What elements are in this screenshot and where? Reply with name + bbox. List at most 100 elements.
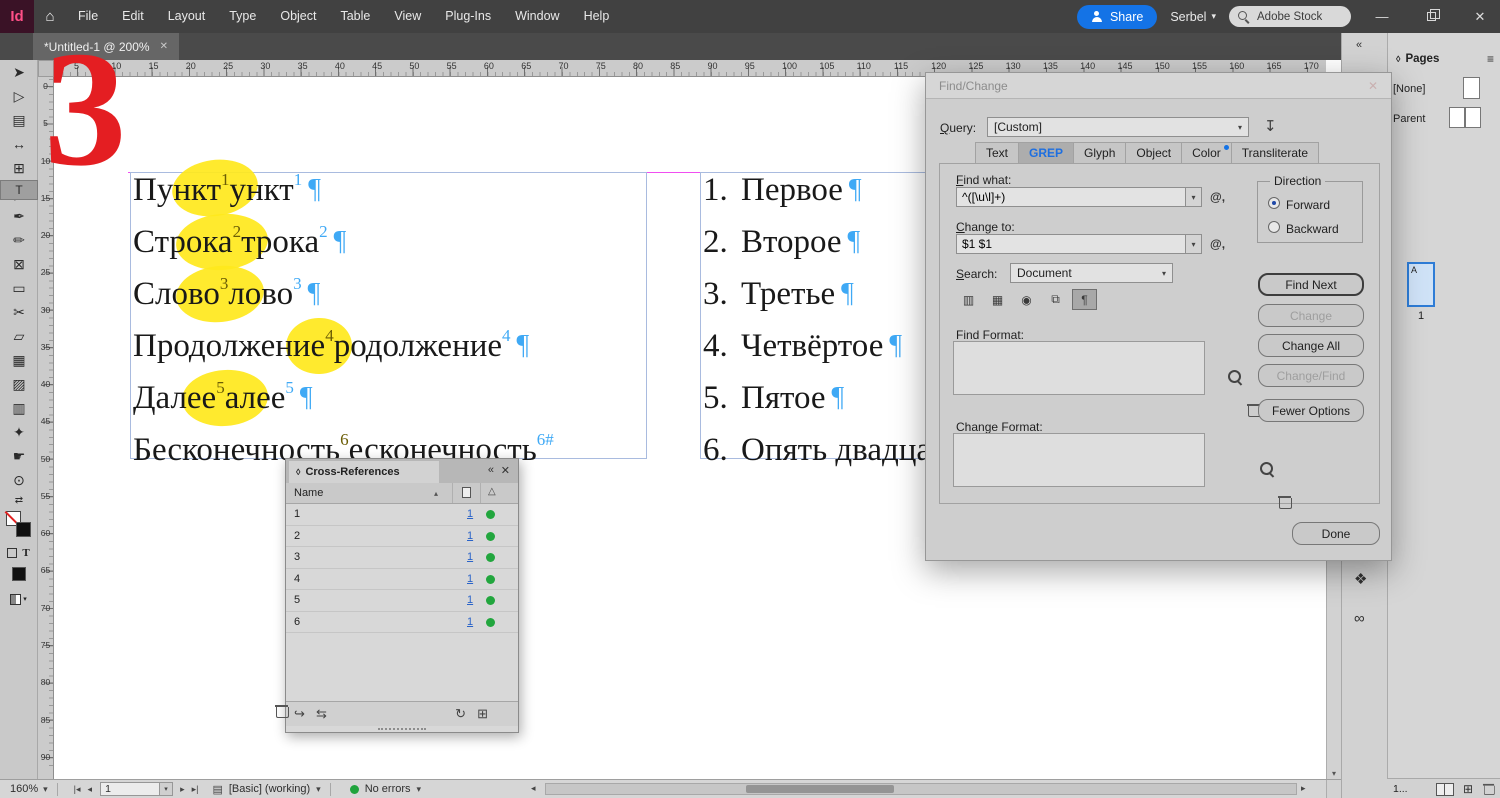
column-name-header[interactable]: Name: [294, 487, 323, 499]
crossref-options-icon[interactable]: ⇆: [316, 706, 327, 722]
tab-object[interactable]: Object: [1126, 142, 1183, 164]
delete-page-icon[interactable]: [1482, 783, 1495, 795]
zoom-level[interactable]: 160%: [10, 783, 38, 795]
change-all-button[interactable]: Change All: [1258, 334, 1364, 357]
forward-radio[interactable]: [1268, 197, 1280, 209]
pencil-tool[interactable]: ✏: [0, 228, 38, 252]
preflight-profile[interactable]: [Basic] (working): [229, 783, 310, 795]
formatting-affects-text-icon[interactable]: T: [22, 547, 29, 559]
horizontal-scrollbar[interactable]: [545, 783, 1297, 795]
crossref-page-link[interactable]: 1: [467, 508, 473, 520]
tab-glyph[interactable]: Glyph: [1074, 142, 1127, 164]
list-paragraph[interactable]: 4. Четвёртое ¶: [703, 320, 902, 372]
page-number-input[interactable]: 1: [100, 782, 161, 796]
crossref-row[interactable]: 1 1: [286, 504, 518, 526]
errors-dropdown-icon[interactable]: ▾: [417, 784, 422, 795]
free-transform-tool[interactable]: ▱: [0, 324, 38, 348]
menu-item[interactable]: File: [66, 0, 110, 33]
crossref-row[interactable]: 3 1: [286, 547, 518, 569]
panel-resize-grip[interactable]: [286, 726, 518, 732]
scroll-right-icon[interactable]: ▸: [1301, 783, 1306, 794]
close-panel-icon[interactable]: ✕: [501, 464, 510, 477]
links-panel-icon[interactable]: ∞: [1354, 610, 1365, 627]
pen-tool[interactable]: ✒: [0, 204, 38, 228]
include-footnotes-icon[interactable]: ¶: [1072, 289, 1097, 310]
page-1-thumbnail[interactable]: A: [1407, 262, 1435, 307]
page-tool[interactable]: ▤: [0, 108, 38, 132]
scrollbar-thumb[interactable]: [746, 785, 894, 793]
indesign-logo[interactable]: Id: [0, 0, 34, 33]
change-button[interactable]: Change: [1258, 304, 1364, 327]
share-button[interactable]: Share: [1076, 4, 1158, 29]
find-history-dropdown-icon[interactable]: ▾: [1185, 187, 1202, 207]
fill-color-swatch[interactable]: [16, 522, 31, 537]
include-locked-layers-icon[interactable]: ▥: [956, 289, 981, 310]
minimize-button[interactable]: —: [1364, 0, 1400, 33]
find-what-input[interactable]: [956, 187, 1186, 207]
find-special-chars-icon[interactable]: @,: [1210, 190, 1225, 204]
last-page-button[interactable]: ▸|: [192, 784, 199, 795]
page-1-label[interactable]: 1: [1407, 310, 1435, 322]
next-page-button[interactable]: ▸: [180, 784, 185, 795]
page-column-icon[interactable]: [462, 487, 471, 498]
change-format-box[interactable]: [953, 433, 1205, 487]
include-locked-stories-icon[interactable]: ▦: [985, 289, 1010, 310]
forward-label[interactable]: Forward: [1286, 198, 1330, 212]
change-special-chars-icon[interactable]: @,: [1210, 237, 1225, 251]
rectangle-frame-tool[interactable]: ⊠: [0, 252, 38, 276]
first-page-button[interactable]: |◂: [74, 784, 81, 795]
scroll-left-icon[interactable]: ◂: [531, 783, 536, 794]
list-paragraph[interactable]: 1. Первое ¶: [703, 164, 862, 216]
backward-radio[interactable]: [1268, 221, 1280, 233]
selection-tool[interactable]: ➤: [0, 60, 38, 84]
collapse-panel-icon[interactable]: «: [488, 464, 494, 476]
find-format-box[interactable]: [953, 341, 1205, 395]
new-page-icon[interactable]: ⊞: [1463, 782, 1473, 796]
save-query-icon[interactable]: ↧: [1264, 117, 1277, 135]
direct-selection-tool[interactable]: ▷: [0, 84, 38, 108]
content-collector-tool[interactable]: ⊞: [0, 156, 38, 180]
parent-thumbnail-right[interactable]: [1465, 107, 1481, 128]
panel-title-bar[interactable]: ◊ Cross-References « ✕: [286, 459, 518, 483]
edit-spread-icon[interactable]: [1435, 783, 1454, 796]
update-crossrefs-icon[interactable]: ↻: [455, 706, 466, 722]
menu-item[interactable]: Type: [217, 0, 268, 33]
zoom-dropdown-icon[interactable]: ▾: [43, 784, 48, 795]
crossref-row[interactable]: 5 1: [286, 590, 518, 612]
panel-tab-cross-references[interactable]: ◊ Cross-References: [289, 461, 439, 483]
clear-change-format-icon[interactable]: [1278, 495, 1293, 509]
tab-color[interactable]: Color: [1182, 142, 1232, 164]
panel-menu-icon[interactable]: ≡: [1487, 52, 1494, 66]
tab-grep[interactable]: GREP: [1019, 142, 1075, 164]
crossref-row[interactable]: 2 1: [286, 526, 518, 547]
crossref-row[interactable]: 6 1: [286, 612, 518, 633]
menu-item[interactable]: Plug-Ins: [433, 0, 503, 33]
formatting-affects-container-icon[interactable]: [7, 548, 18, 558]
hand-tool[interactable]: ☛: [0, 444, 38, 468]
list-paragraph[interactable]: 5. Пятое ¶: [703, 372, 844, 424]
include-hidden-layers-icon[interactable]: ◉: [1014, 289, 1039, 310]
menu-item[interactable]: Table: [328, 0, 382, 33]
gradient-feather-tool[interactable]: ▨: [0, 372, 38, 396]
master-none-thumbnail[interactable]: [1463, 77, 1480, 99]
rectangle-tool[interactable]: ▭: [0, 276, 38, 300]
gradient-swatch-tool[interactable]: ▦: [0, 348, 38, 372]
preflight-status[interactable]: No errors: [365, 783, 411, 795]
menu-item[interactable]: Window: [503, 0, 571, 33]
menu-item[interactable]: Edit: [110, 0, 156, 33]
parent-thumbnail-left[interactable]: [1449, 107, 1465, 128]
scissors-tool[interactable]: ✂: [0, 300, 38, 324]
zoom-tool[interactable]: ⊙: [0, 468, 38, 492]
close-button[interactable]: ✕: [1462, 0, 1498, 33]
delete-crossref-icon[interactable]: [275, 704, 289, 718]
find-next-button[interactable]: Find Next: [1258, 273, 1364, 296]
new-crossref-icon[interactable]: ⊞: [477, 706, 488, 722]
list-paragraph[interactable]: 3. Третье ¶: [703, 268, 854, 320]
specify-find-format-icon[interactable]: [1228, 370, 1242, 384]
swap-fill-stroke-icon[interactable]: ⇄: [0, 492, 38, 508]
create-crossref-icon[interactable]: ↪: [294, 706, 305, 722]
backward-label[interactable]: Backward: [1286, 222, 1339, 236]
fill-stroke-indicator[interactable]: [0, 508, 38, 544]
menu-item[interactable]: Layout: [156, 0, 218, 33]
crossref-page-link[interactable]: 1: [467, 594, 473, 606]
